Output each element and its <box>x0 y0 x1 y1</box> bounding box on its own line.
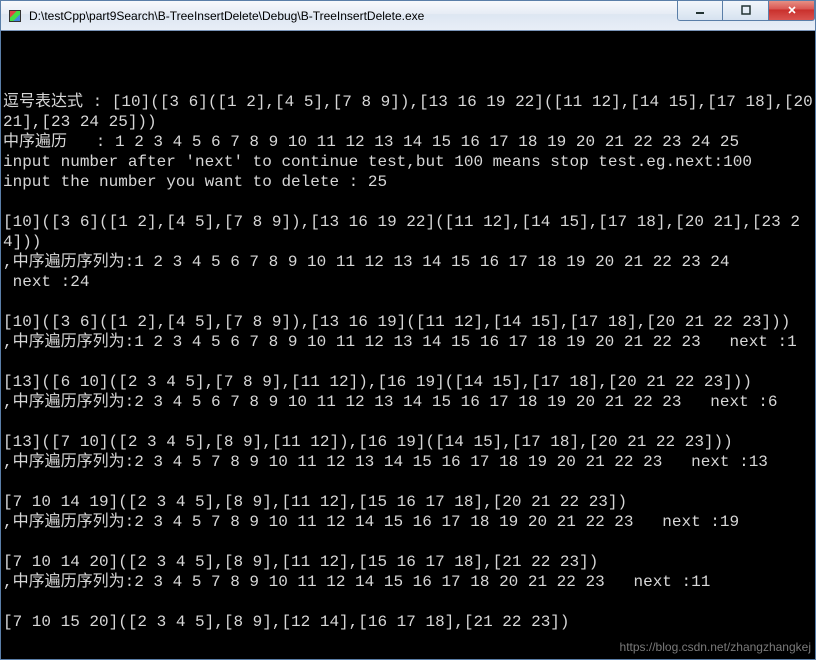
minimize-button[interactable] <box>677 1 723 21</box>
console-line <box>3 352 813 372</box>
console-line <box>3 292 813 312</box>
console-line: ,中序遍历序列为:1 2 3 4 5 6 7 8 9 10 11 12 13 1… <box>3 332 813 352</box>
console-line: 逗号表达式 : [10]([3 6]([1 2],[4 5],[7 8 9]),… <box>3 92 813 132</box>
console-line: ,中序遍历序列为:2 3 4 5 7 8 9 10 11 12 13 14 15… <box>3 452 813 472</box>
console-line: ,中序遍历序列为:2 3 4 5 7 8 9 10 11 12 14 15 16… <box>3 572 813 592</box>
maximize-icon <box>741 5 751 15</box>
window-buttons <box>677 1 815 21</box>
console-line: [7 10 15 20]([2 3 4 5],[8 9],[12 14],[16… <box>3 612 813 632</box>
console-output[interactable]: 逗号表达式 : [10]([3 6]([1 2],[4 5],[7 8 9]),… <box>1 31 815 659</box>
window-title: D:\testCpp\part9Search\B-TreeInsertDelet… <box>29 9 677 23</box>
console-line: next :24 <box>3 272 813 292</box>
close-button[interactable] <box>769 1 815 21</box>
console-line: [10]([3 6]([1 2],[4 5],[7 8 9]),[13 16 1… <box>3 312 813 332</box>
close-icon <box>787 5 797 15</box>
minimize-icon <box>695 5 705 15</box>
maximize-button[interactable] <box>723 1 769 21</box>
titlebar[interactable]: D:\testCpp\part9Search\B-TreeInsertDelet… <box>1 1 815 31</box>
console-app-icon <box>7 8 23 24</box>
console-line: 中序遍历 : 1 2 3 4 5 6 7 8 9 10 11 12 13 14 … <box>3 132 813 152</box>
console-line <box>3 192 813 212</box>
console-line: [13]([7 10]([2 3 4 5],[8 9],[11 12]),[16… <box>3 432 813 452</box>
console-line: input number after 'next' to continue te… <box>3 152 813 172</box>
console-line <box>3 412 813 432</box>
console-line <box>3 472 813 492</box>
console-line: [7 10 14 19]([2 3 4 5],[8 9],[11 12],[15… <box>3 492 813 512</box>
console-line: [13]([6 10]([2 3 4 5],[7 8 9],[11 12]),[… <box>3 372 813 392</box>
console-line: input the number you want to delete : 25 <box>3 172 813 192</box>
app-window: D:\testCpp\part9Search\B-TreeInsertDelet… <box>0 0 816 660</box>
console-line <box>3 592 813 612</box>
console-line: ,中序遍历序列为:1 2 3 4 5 6 7 8 9 10 11 12 13 1… <box>3 252 813 272</box>
console-line <box>3 532 813 552</box>
console-line: [7 10 14 20]([2 3 4 5],[8 9],[11 12],[15… <box>3 552 813 572</box>
watermark-text: https://blog.csdn.net/zhangzhangkej <box>620 637 811 657</box>
console-line: ,中序遍历序列为:2 3 4 5 7 8 9 10 11 12 14 15 16… <box>3 512 813 532</box>
console-line: [10]([3 6]([1 2],[4 5],[7 8 9]),[13 16 1… <box>3 212 813 252</box>
console-line: ,中序遍历序列为:2 3 4 5 6 7 8 9 10 11 12 13 14 … <box>3 392 813 412</box>
